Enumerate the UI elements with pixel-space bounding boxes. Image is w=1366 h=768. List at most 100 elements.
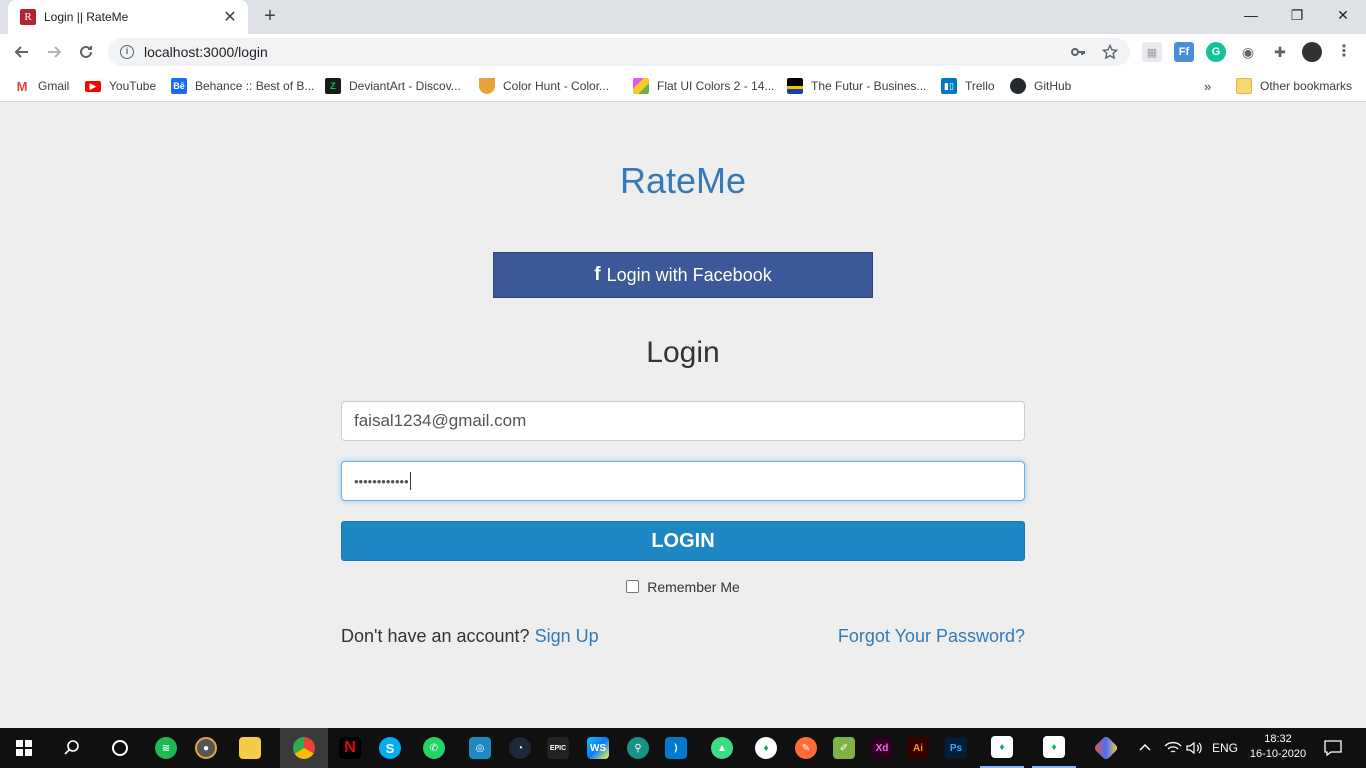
facebook-login-button[interactable]: f Login with Facebook [493, 252, 873, 298]
tab-close-icon[interactable]: ✕ [220, 7, 240, 27]
url-text[interactable]: localhost:3000/login [144, 44, 1070, 60]
grammarly-icon[interactable]: G [1206, 42, 1226, 62]
taskbar-mongodb-1[interactable]: ♦ [980, 728, 1024, 768]
login-button[interactable]: LOGIN [341, 521, 1025, 561]
key-icon[interactable] [1070, 44, 1086, 60]
network-button[interactable] [1164, 728, 1182, 768]
taskbar-photoshop[interactable]: Ps [936, 728, 976, 768]
taskbar-clock[interactable]: 18:32 16-10-2020 [1246, 732, 1310, 762]
bookmark-github[interactable]: GitHub [1010, 76, 1071, 96]
taskbar-notepad[interactable]: ✐ [824, 728, 864, 768]
fontface-ninja-icon[interactable]: Ff [1174, 42, 1194, 62]
bookmark-trello[interactable]: ▮▯ Trello [941, 76, 995, 96]
remember-me-checkbox[interactable] [626, 579, 640, 593]
search-button[interactable] [52, 728, 92, 768]
taskbar-instagram[interactable]: ◎ [460, 728, 500, 768]
back-button[interactable] [8, 38, 36, 66]
action-center-button[interactable] [1324, 728, 1342, 768]
taskbar-spotify[interactable]: ≋ [146, 728, 186, 768]
bookmark-youtube[interactable]: ▶ YouTube [85, 76, 156, 96]
window-minimize-button[interactable]: — [1228, 0, 1274, 30]
bookmarks-overflow-button[interactable]: » [1204, 76, 1211, 96]
bookmark-behance[interactable]: Bē Behance :: Best of B... [171, 76, 314, 96]
volume-button[interactable] [1186, 728, 1204, 768]
reload-button[interactable] [72, 38, 100, 66]
taskbar-mongodb-2[interactable]: ♦ [1032, 728, 1076, 768]
spotify-icon: ≋ [155, 737, 177, 759]
taskbar-media-player[interactable]: ● [186, 728, 226, 768]
taskbar-whatsapp[interactable]: ✆ [414, 728, 454, 768]
address-bar[interactable]: i localhost:3000/login [108, 38, 1130, 66]
bookmark-colorhunt[interactable]: Color Hunt - Color... [479, 76, 609, 96]
show-hidden-icons-button[interactable] [1138, 728, 1152, 768]
window-restore-button[interactable]: ❐ [1274, 0, 1320, 30]
language-indicator[interactable]: ENG [1212, 728, 1238, 768]
bookmark-gmail[interactable]: M Gmail [14, 76, 69, 96]
taskbar-illustrator[interactable]: Ai [898, 728, 938, 768]
gitkraken-icon: ⚲ [627, 737, 649, 759]
login-heading: Login [646, 336, 720, 369]
cortana-button[interactable] [100, 728, 140, 768]
bookmark-label: Color Hunt - Color... [503, 79, 610, 93]
camera-icon[interactable]: ◉ [1238, 42, 1258, 62]
windows-taskbar: ≋ ● N S ✆ ◎ ◔ EPIC WS ⚲ ⟩ ▲ ♦ ✎ ✐ Xd Ai … [0, 728, 1366, 768]
extensions-puzzle-icon[interactable]: ✚ [1270, 42, 1290, 62]
rateme-favicon-icon: R [20, 9, 36, 25]
taskbar-gitkraken[interactable]: ⚲ [618, 728, 658, 768]
taskbar-epic-games[interactable]: EPIC [538, 728, 578, 768]
taskbar-android-studio[interactable]: ▲ [702, 728, 742, 768]
start-button[interactable] [4, 728, 44, 768]
text-caret [409, 472, 411, 490]
bookmark-label: Behance :: Best of B... [195, 79, 315, 93]
browser-titlebar: R Login || RateMe ✕ + — ❐ ✕ [0, 0, 1366, 34]
browser-menu-icon[interactable]: ⋮ [1336, 42, 1352, 62]
taskbar-steam[interactable]: ◔ [500, 728, 540, 768]
forgot-password-link[interactable]: Forgot Your Password? [838, 626, 1025, 647]
taskbar-webstorm[interactable]: WS [578, 728, 618, 768]
taskbar-vscode[interactable]: ⟩ [656, 728, 696, 768]
notepad-icon: ✐ [833, 737, 855, 759]
taskbar-postman[interactable]: ✎ [786, 728, 826, 768]
search-icon [64, 740, 79, 755]
signup-link[interactable]: Sign Up [535, 626, 599, 646]
taskbar-adobe-xd[interactable]: Xd [862, 728, 902, 768]
taskbar-chrome[interactable] [280, 728, 328, 768]
taskbar-mongodb-compass[interactable]: ♦ [746, 728, 786, 768]
window-close-button[interactable]: ✕ [1320, 0, 1366, 30]
bookmark-futur[interactable]: The Futur - Busines... [787, 76, 926, 96]
chrome-icon [293, 737, 315, 759]
extension-placeholder-icon[interactable]: ▦ [1142, 42, 1162, 62]
bookmark-deviantart[interactable]: Z DeviantArt - Discov... [325, 76, 461, 96]
bookmark-flatuicolors[interactable]: Flat UI Colors 2 - 14... [633, 76, 774, 96]
bookmarks-bar: M Gmail ▶ YouTube Bē Behance :: Best of … [0, 70, 1366, 102]
remember-me-label[interactable]: Remember Me [647, 579, 740, 595]
star-icon[interactable] [1102, 44, 1118, 60]
signup-prompt: Don't have an account? Sign Up [341, 626, 599, 647]
android-studio-icon: ▲ [711, 737, 733, 759]
file-explorer-icon [239, 737, 261, 759]
forward-button[interactable] [40, 38, 68, 66]
profile-avatar[interactable] [1302, 42, 1322, 62]
taskbar-git-gui[interactable] [1086, 728, 1126, 768]
photoshop-icon: Ps [945, 737, 967, 759]
bookmark-label: The Futur - Busines... [811, 79, 927, 93]
password-field[interactable]: •••••••••••• [341, 461, 1025, 501]
new-tab-button[interactable]: + [258, 4, 282, 28]
futur-icon [787, 78, 803, 94]
taskbar-skype[interactable]: S [370, 728, 410, 768]
deviantart-icon: Z [325, 78, 341, 94]
browser-tab[interactable]: R Login || RateMe ✕ [8, 0, 248, 34]
site-info-icon[interactable]: i [120, 45, 134, 59]
email-field[interactable]: faisal1234@gmail.com [341, 401, 1025, 441]
wifi-icon [1164, 741, 1182, 753]
clock-time: 18:32 [1264, 733, 1292, 745]
browser-toolbar: i localhost:3000/login ▦ Ff G ◉ ✚ ⋮ [0, 34, 1366, 70]
mongodb-leaf-icon: ♦ [755, 737, 777, 759]
bookmark-label: Flat UI Colors 2 - 14... [657, 79, 775, 93]
other-bookmarks-folder[interactable]: Other bookmarks [1236, 76, 1352, 96]
taskbar-netflix[interactable]: N [330, 728, 370, 768]
adobe-xd-icon: Xd [871, 737, 893, 759]
cortana-circle-icon [112, 740, 128, 756]
skype-icon: S [379, 737, 401, 759]
taskbar-file-explorer[interactable] [230, 728, 270, 768]
